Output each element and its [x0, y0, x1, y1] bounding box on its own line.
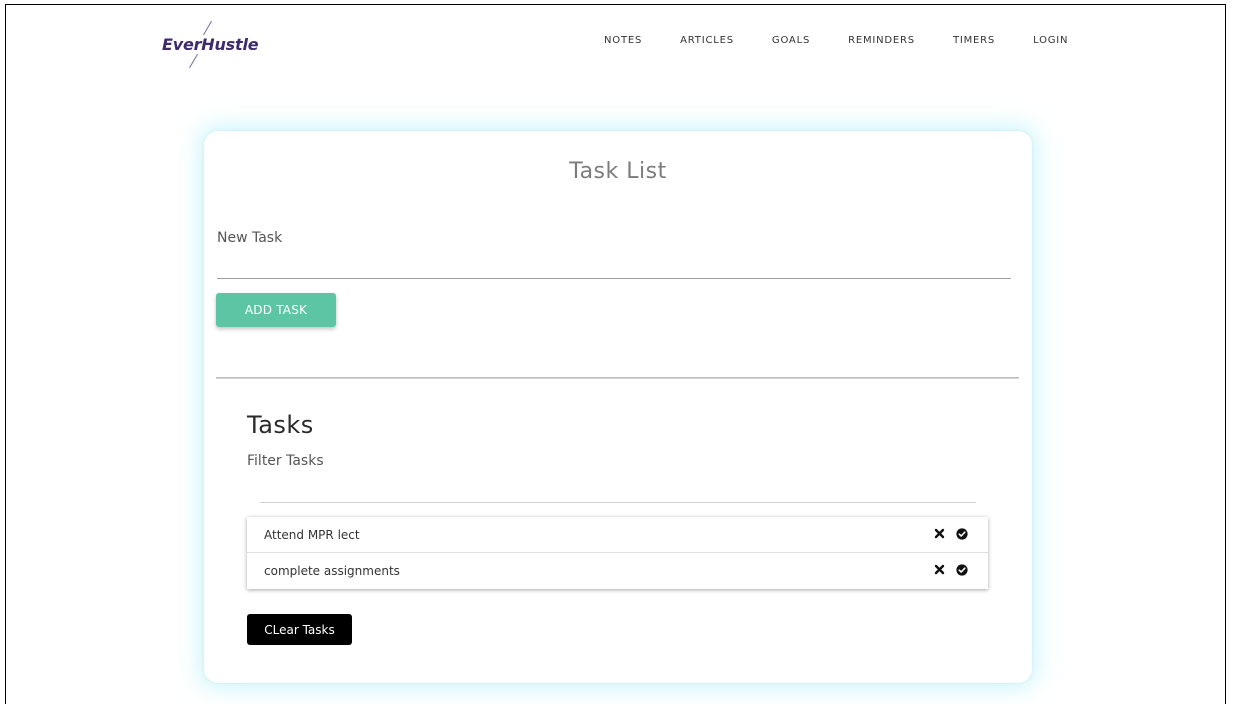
task-item: complete assignments: [247, 553, 988, 589]
tasks-heading: Tasks: [247, 411, 314, 439]
logo-slash-bottom: [189, 53, 198, 69]
close-icon[interactable]: [933, 563, 946, 576]
task-text: complete assignments: [264, 564, 400, 578]
task-text: Attend MPR lect: [264, 527, 360, 542]
brand-logo[interactable]: EverHustle: [162, 18, 272, 69]
new-task-label: New Task: [217, 230, 283, 246]
logo-slash-top: [203, 20, 212, 36]
nav-item-reminders[interactable]: REMINDERS: [848, 35, 915, 46]
nav-item-notes[interactable]: NOTES: [604, 35, 642, 46]
section-divider: [216, 377, 1019, 379]
logo-text: EverHustle: [162, 35, 259, 54]
filter-tasks-input[interactable]: [260, 473, 976, 503]
close-icon[interactable]: [933, 527, 946, 540]
task-list-card: Task List New Task ADD TASK Tasks Filter…: [204, 131, 1032, 683]
task-item: Attend MPR lect: [247, 517, 988, 553]
nav-item-timers[interactable]: TIMERS: [953, 35, 995, 46]
nav-item-goals[interactable]: GOALS: [772, 35, 810, 46]
card-title: Task List: [569, 159, 667, 184]
check-circle-icon[interactable]: [955, 563, 968, 576]
check-circle-icon[interactable]: [955, 527, 968, 540]
task-actions: [924, 527, 968, 540]
clear-tasks-button[interactable]: CLear Tasks: [247, 614, 352, 645]
new-task-input[interactable]: [217, 249, 1011, 279]
add-task-button[interactable]: ADD TASK: [216, 293, 336, 327]
task-actions: [924, 563, 968, 576]
nav-item-login[interactable]: LOGIN: [1033, 35, 1068, 46]
nav-item-articles[interactable]: ARTICLES: [680, 35, 734, 46]
task-list: Attend MPR lect complete assignments: [247, 517, 988, 589]
filter-tasks-label: Filter Tasks: [247, 453, 324, 469]
top-nav: NOTES ARTICLES GOALS REMINDERS TIMERS LO…: [604, 35, 1068, 46]
